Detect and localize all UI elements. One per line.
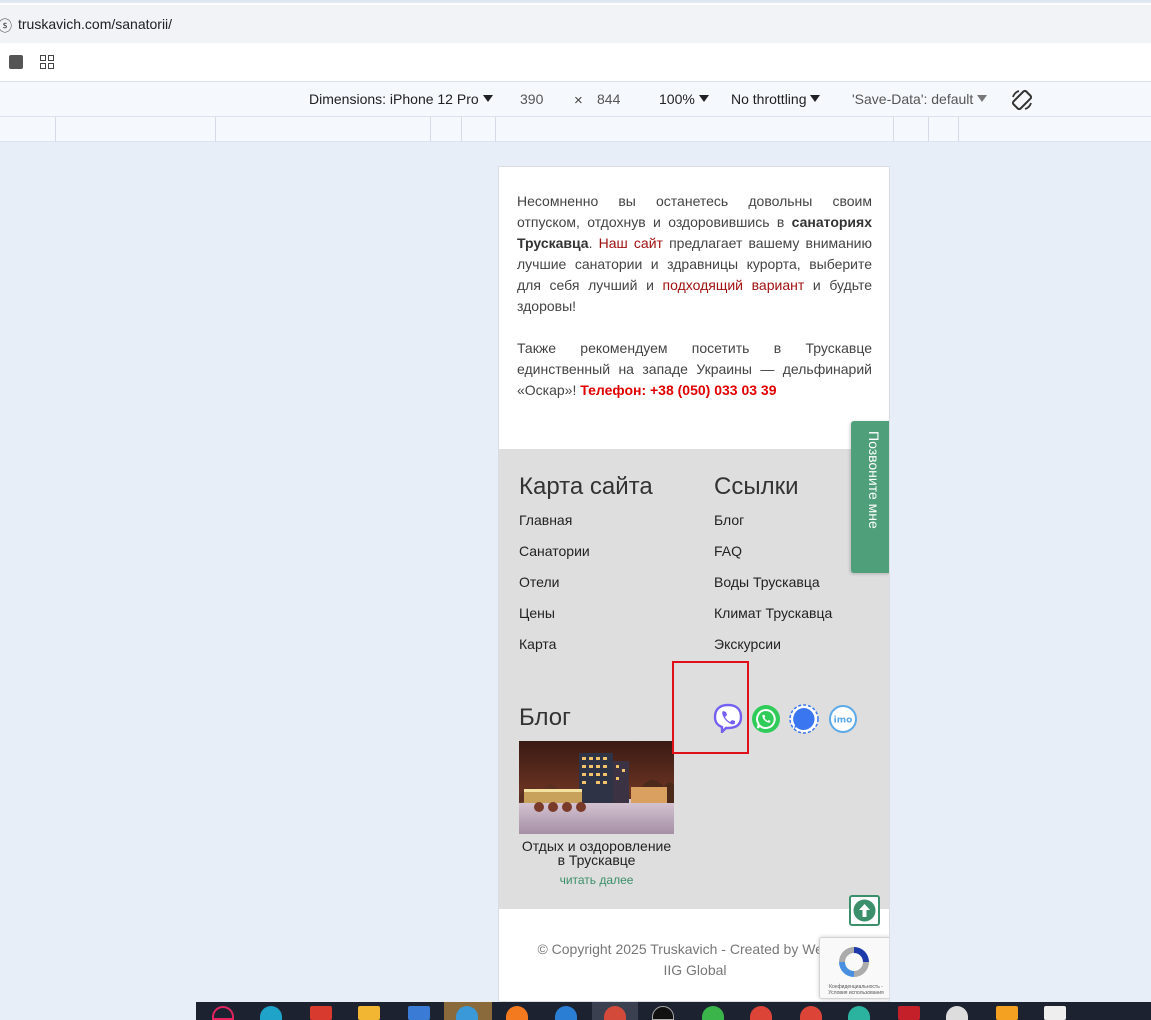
intro-paragraph-2: Также рекомендуем посетить в Трускавце е…	[517, 340, 872, 398]
sitemap-link-hotels[interactable]: Отели	[519, 574, 559, 590]
links-link-blog[interactable]: Блог	[714, 512, 744, 528]
address-bar[interactable]: ⓢ truskavich.com/sanatorii/	[0, 5, 1151, 43]
store-icon[interactable]	[408, 1006, 430, 1020]
recaptcha-terms[interactable]: Конфиденциальность - Условия использован…	[823, 984, 889, 996]
signal-icon[interactable]	[789, 704, 819, 734]
caret-down-icon	[810, 95, 821, 102]
mobile-viewport: Несомненно вы останетесь довольны своим …	[498, 166, 890, 1002]
opera-icon[interactable]	[212, 1006, 234, 1020]
throttling-dropdown[interactable]: No throttling	[731, 91, 821, 107]
phone-number[interactable]: Телефон: +38 (050) 033 03 39	[580, 382, 776, 398]
save-data-label: 'Save-Data': default	[852, 91, 974, 107]
zoom-dropdown[interactable]: 100%	[659, 91, 709, 107]
blog-title: Блог	[519, 704, 571, 731]
recaptcha-icon	[839, 947, 869, 977]
intro-paragraph-1: Несомненно вы останетесь довольны своим …	[517, 193, 873, 314]
zoom-label: 100%	[659, 91, 695, 107]
read-more-link[interactable]: читать далее	[519, 873, 674, 887]
devtools-toolbar	[0, 43, 1151, 82]
height-input[interactable]: 844	[597, 91, 620, 107]
url-text[interactable]: truskavich.com/sanatorii/	[18, 16, 172, 32]
caret-down-icon	[977, 95, 988, 102]
stop-icon[interactable]	[9, 55, 23, 69]
office-icon[interactable]	[310, 1006, 332, 1020]
sitemap-link-prices[interactable]: Цены	[519, 605, 555, 621]
sitemap-title: Карта сайта	[519, 473, 653, 500]
arrow-up-icon	[853, 899, 876, 922]
device-toolbar: Dimensions: iPhone 12 Pro 390 × 844 100%…	[0, 82, 1151, 117]
app-icon[interactable]	[652, 1006, 674, 1020]
throttling-label: No throttling	[731, 91, 807, 107]
width-input[interactable]: 390	[520, 91, 543, 107]
media-query-ruler[interactable]	[0, 117, 1151, 142]
call-me-button[interactable]: Позвоните мне	[851, 421, 889, 573]
blog-post-title[interactable]: Отдых и оздоровление в Трускавце	[519, 839, 674, 867]
app-icon[interactable]	[898, 1006, 920, 1020]
times-icon: ×	[574, 92, 583, 109]
recaptcha-badge[interactable]: Конфиденциальность - Условия использован…	[819, 937, 889, 999]
caret-down-icon	[482, 95, 493, 102]
document-icon[interactable]	[1044, 1006, 1066, 1020]
links-link-climate[interactable]: Климат Трускавца	[714, 605, 832, 621]
grid-icon[interactable]	[40, 55, 54, 69]
our-site-link[interactable]: Наш сайт	[599, 235, 663, 251]
app-icon[interactable]	[848, 1006, 870, 1020]
scroll-to-top-button[interactable]	[849, 895, 880, 926]
rotate-icon[interactable]	[1010, 88, 1034, 112]
highlight-box	[672, 661, 749, 754]
app-icon[interactable]	[702, 1006, 724, 1020]
gear-icon[interactable]	[946, 1006, 968, 1020]
os-taskbar	[0, 1002, 1151, 1020]
links-link-waters[interactable]: Воды Трускавца	[714, 574, 820, 590]
app-icon[interactable]	[996, 1006, 1018, 1020]
links-link-faq[interactable]: FAQ	[714, 543, 742, 559]
screen: ⓢ truskavich.com/sanatorii/ Dimensions: …	[0, 0, 1151, 1020]
call-me-label: Позвоните мне	[866, 431, 882, 529]
dimensions-dropdown[interactable]: Dimensions: iPhone 12 Pro	[309, 91, 493, 107]
edge-icon[interactable]	[260, 1006, 282, 1020]
suitable-option-link[interactable]: подходящий вариант	[663, 277, 805, 293]
folder-icon[interactable]	[358, 1006, 380, 1020]
footer: Карта сайта Главная Санатории Отели Цены…	[499, 449, 889, 909]
imo-icon[interactable]: imo	[828, 704, 858, 734]
dimensions-label: Dimensions: iPhone 12 Pro	[309, 91, 479, 107]
chrome-icon[interactable]	[750, 1006, 772, 1020]
site-info-icon[interactable]: ⓢ	[0, 16, 12, 36]
save-data-dropdown[interactable]: 'Save-Data': default	[852, 91, 988, 107]
caret-down-icon	[698, 95, 709, 102]
sitemap-link-map[interactable]: Карта	[519, 636, 556, 652]
whatsapp-icon[interactable]	[751, 704, 781, 734]
chrome-icon[interactable]	[800, 1006, 822, 1020]
intro-text: Несомненно вы останетесь довольны своим …	[517, 191, 872, 422]
links-title: Ссылки	[714, 473, 799, 500]
firefox-icon[interactable]	[506, 1006, 528, 1020]
vscode-icon[interactable]	[555, 1006, 577, 1020]
svg-text:imo: imo	[834, 716, 853, 726]
sitemap-link-home[interactable]: Главная	[519, 512, 572, 528]
blog-post-image[interactable]	[519, 741, 674, 834]
links-link-excursions[interactable]: Экскурсии	[714, 636, 781, 652]
sitemap-link-sanatoriums[interactable]: Санатории	[519, 543, 590, 559]
